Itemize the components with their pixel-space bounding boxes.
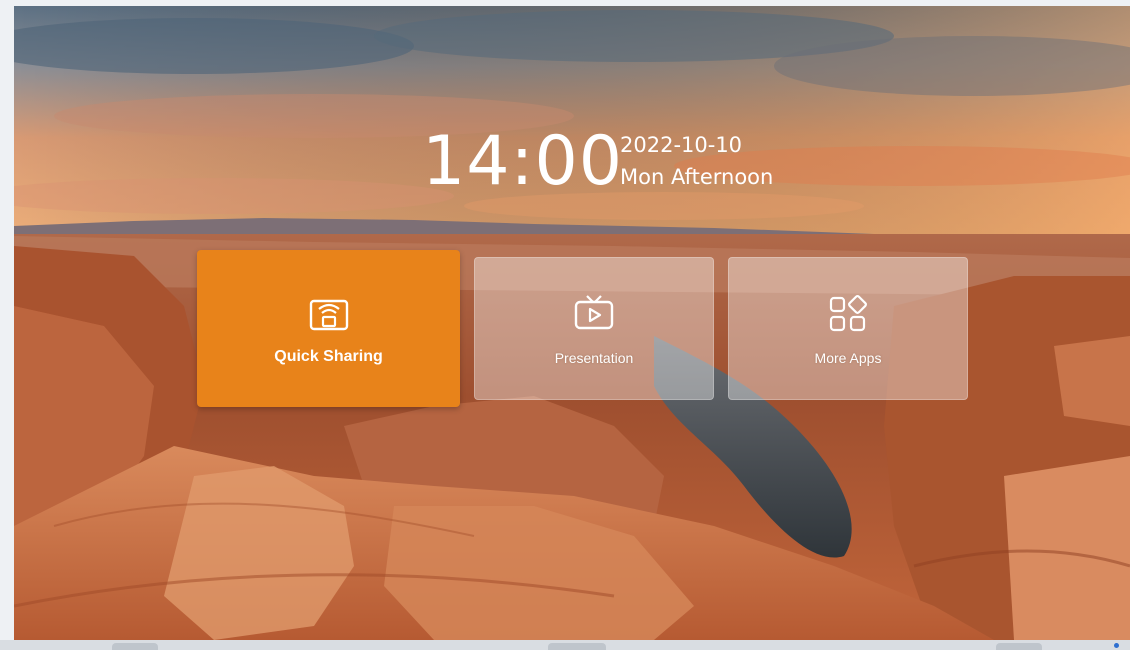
home-screen: 14:00 2022-10-10 Mon Afternoon Quick Sha… <box>14 6 1130 640</box>
status-indicator-icon <box>1114 643 1119 648</box>
tv-play-icon <box>573 294 615 336</box>
clock-time: 14:00 <box>422 122 623 201</box>
screen-share-icon <box>308 298 350 340</box>
quick-sharing-label: Quick Sharing <box>274 348 383 365</box>
bottom-handle-left[interactable] <box>112 643 158 650</box>
apps-grid-icon <box>827 294 869 338</box>
bottom-handle-right[interactable] <box>996 643 1042 650</box>
clock-date: 2022-10-10 <box>620 133 743 157</box>
more-apps-label: More Apps <box>814 350 882 366</box>
bottom-handle-center[interactable] <box>548 643 606 650</box>
presentation-tile[interactable]: Presentation <box>474 257 714 400</box>
presentation-label: Presentation <box>554 350 634 366</box>
quick-sharing-tile[interactable]: Quick Sharing <box>197 250 460 407</box>
clock-day-period: Mon Afternoon <box>620 165 774 189</box>
more-apps-tile[interactable]: More Apps <box>728 257 968 400</box>
device-frame: 14:00 2022-10-10 Mon Afternoon Quick Sha… <box>0 0 1130 650</box>
